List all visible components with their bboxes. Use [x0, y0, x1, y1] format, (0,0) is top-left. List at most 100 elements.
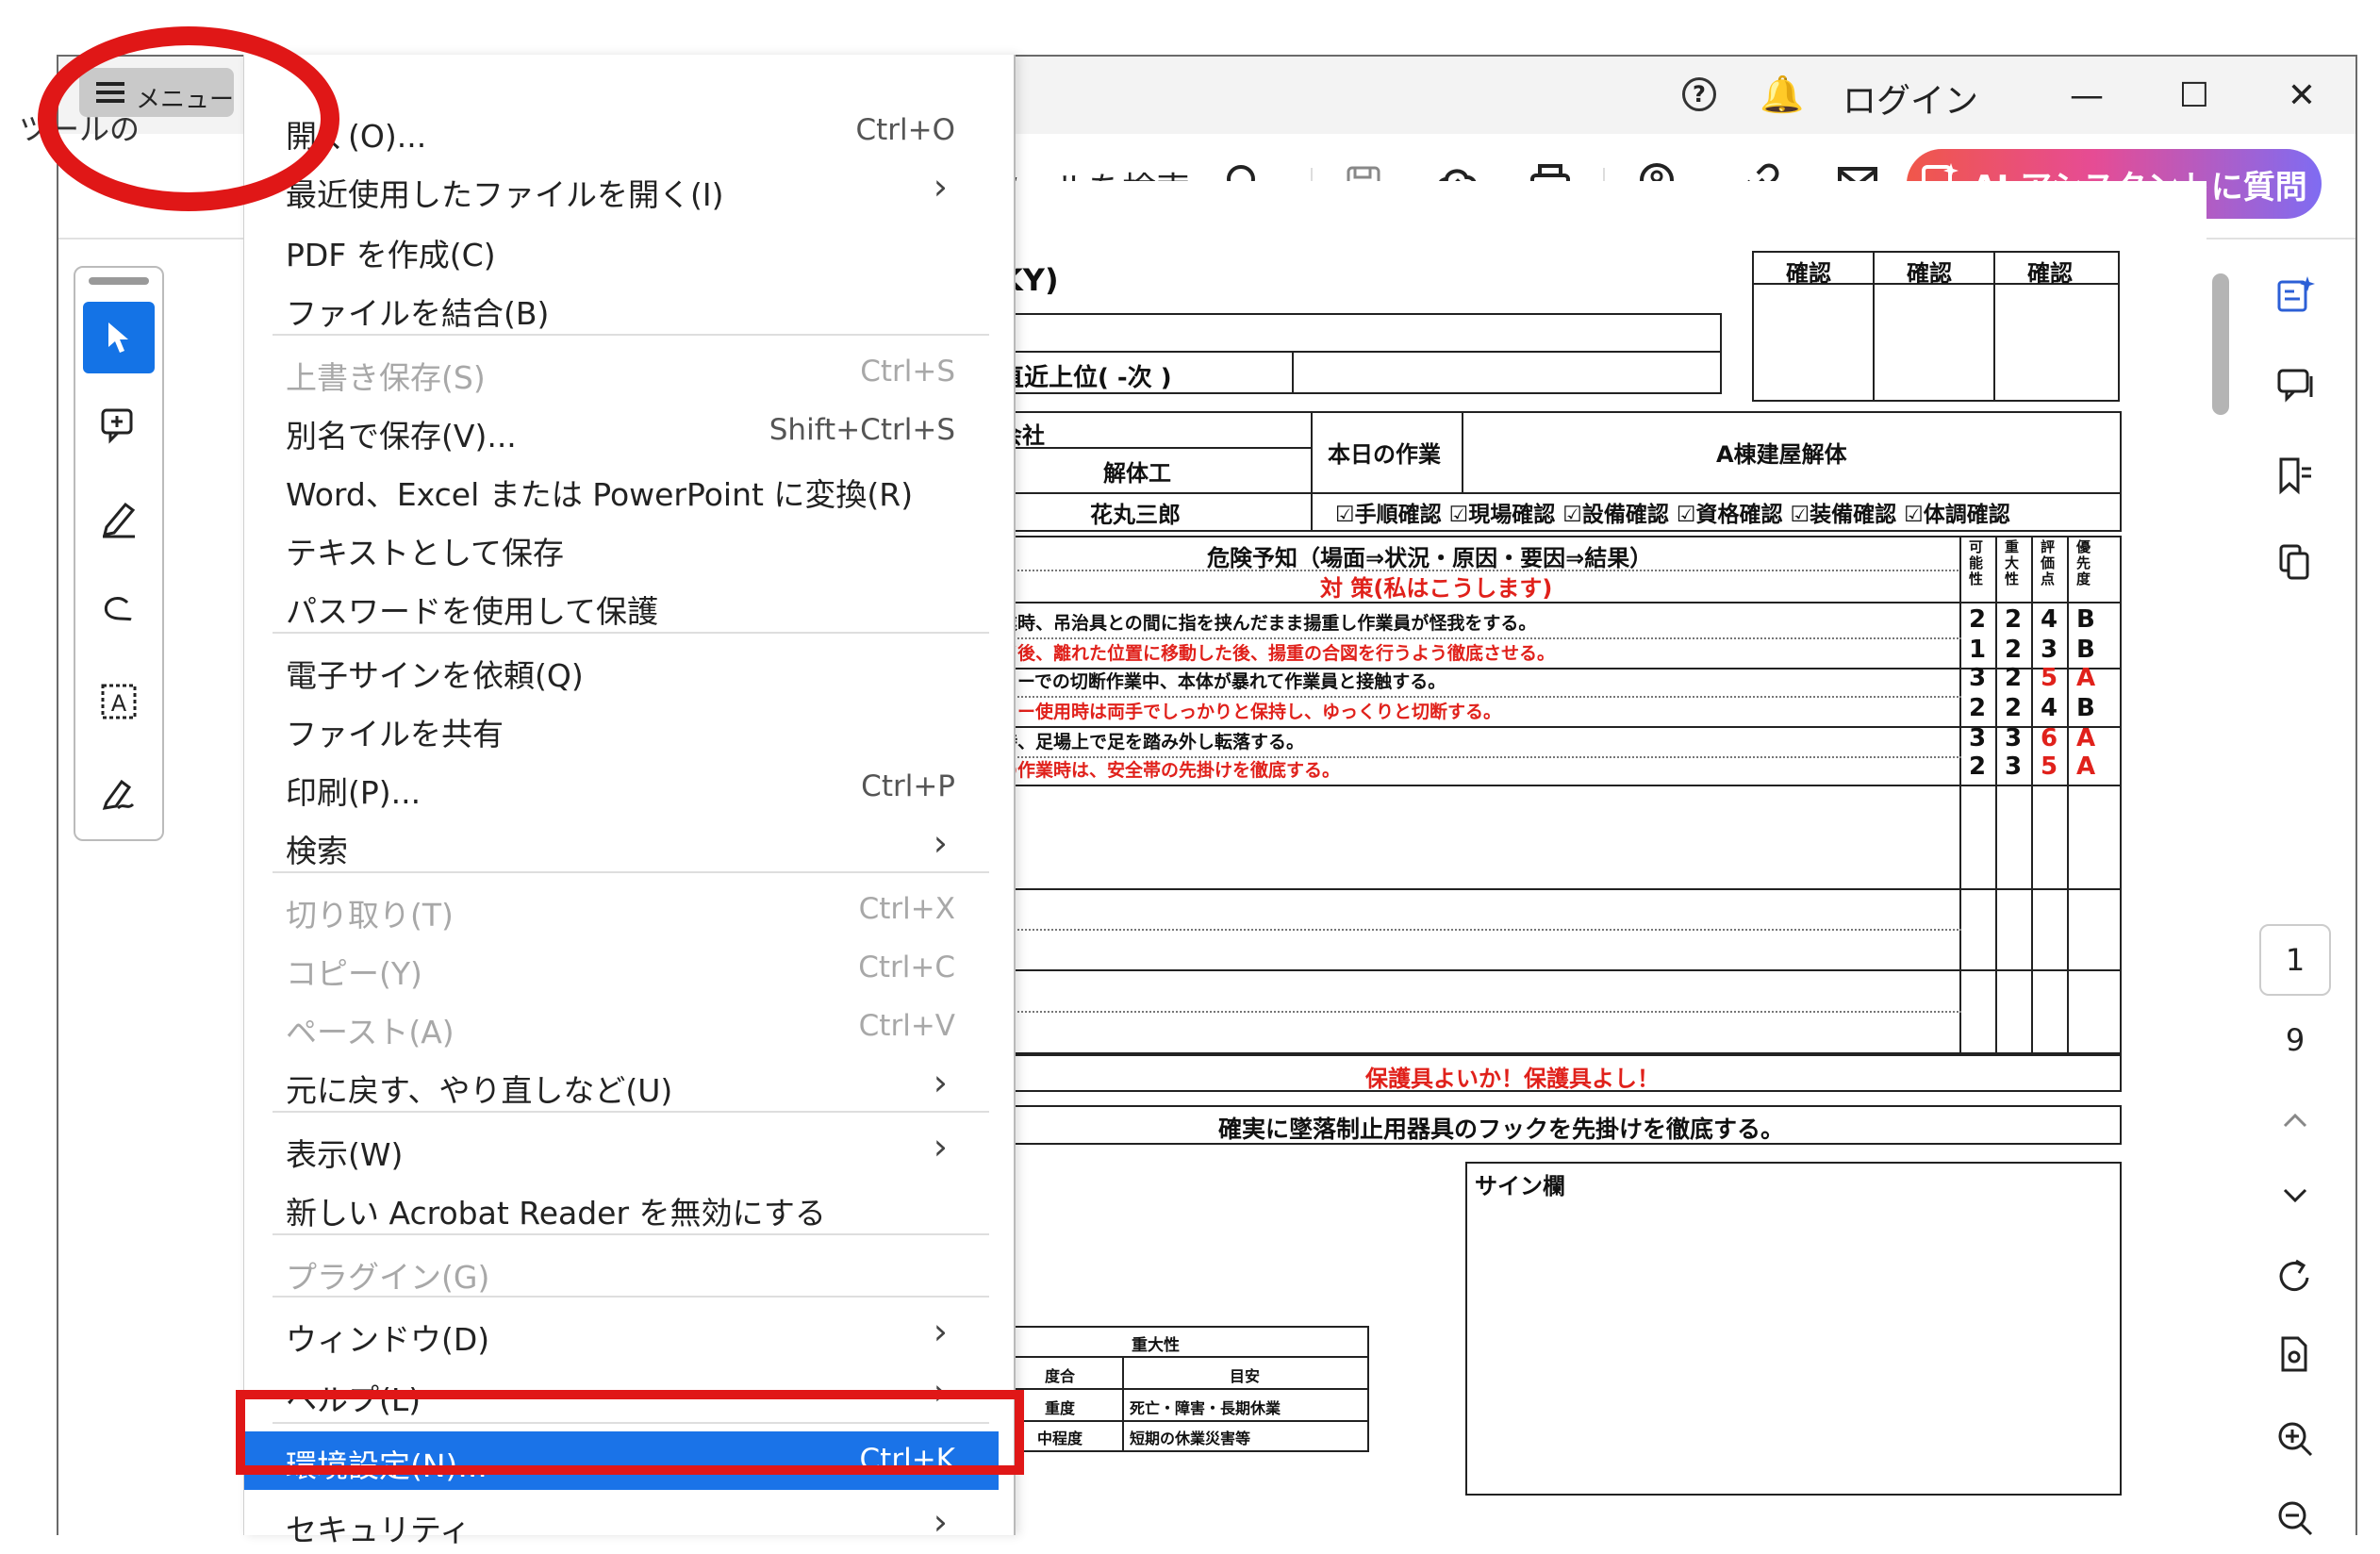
- bookmarks-icon[interactable]: [2267, 447, 2323, 504]
- hazard-row-value: 2: [2005, 694, 2023, 722]
- chevron-up-icon[interactable]: [2267, 1092, 2323, 1149]
- today-work-label: 本日の作業: [1328, 441, 1441, 468]
- highlight-oval-annotation: [38, 26, 339, 211]
- page-tools-icon[interactable]: [2267, 1326, 2323, 1382]
- menu-item-label: 表示(W): [286, 1136, 404, 1173]
- menu-item[interactable]: ウィンドウ(D) ›: [244, 1305, 999, 1364]
- menu-item-shortcut: Ctrl+P: [861, 769, 955, 803]
- menu-item-shortcut: Ctrl+C: [858, 951, 955, 984]
- menu-item-label: パスワードを使用して保護: [286, 593, 659, 630]
- supervisor-label: 直近上位( -次 ): [1000, 364, 1172, 392]
- zoom-out-icon[interactable]: [2267, 1490, 2323, 1546]
- hazard-row-value: 4: [2041, 605, 2058, 634]
- menu-item-label: 別名で保存(V)...: [286, 418, 517, 455]
- document-scrollbar[interactable]: [2212, 273, 2229, 415]
- close-button[interactable]: ✕: [2259, 57, 2344, 134]
- hazard-row-value: 2: [2005, 636, 2023, 664]
- menu-item-label: 新しい Acrobat Reader を無効にする: [286, 1195, 826, 1232]
- severity-header-degree: 度合: [1045, 1367, 1076, 1385]
- maximize-button[interactable]: ☐: [2152, 57, 2237, 134]
- menu-item[interactable]: パスワードを使用して保護: [244, 577, 999, 636]
- panel-grip[interactable]: [89, 277, 149, 285]
- menu-item[interactable]: 元に戻す、やり直しなど(U) ›: [244, 1056, 999, 1115]
- text-box-icon[interactable]: A: [83, 666, 155, 737]
- menu-item-label: 切り取り(T): [286, 897, 454, 934]
- ai-summary-icon[interactable]: [2267, 266, 2323, 322]
- menu-item[interactable]: 開く(O)... Ctrl+O: [244, 102, 999, 160]
- hazard-row-value: 5: [2041, 752, 2058, 781]
- bell-icon[interactable]: 🔔: [1760, 74, 1804, 116]
- check-items: ☑手順確認 ☑現場確認 ☑設備確認 ☑資格確認 ☑装備確認 ☑体調確認: [1335, 503, 2010, 527]
- menu-item[interactable]: 別名で保存(V)... Shift+Ctrl+S: [244, 402, 999, 460]
- sign-label: サイン欄: [1475, 1173, 1565, 1199]
- rule: [2031, 536, 2033, 1054]
- hazard-row-value: 2: [1969, 605, 1987, 634]
- pages-icon[interactable]: [2267, 534, 2323, 590]
- freehand-draw-icon[interactable]: [83, 575, 155, 647]
- menu-item[interactable]: 電子サインを依頼(Q): [244, 641, 999, 700]
- rule: [2067, 536, 2069, 1054]
- minimize-button[interactable]: —: [2044, 57, 2129, 134]
- hazard-row-text: ソーでの切断作業中、本体が暴れて作業員と接触する。: [1000, 671, 1446, 692]
- menu-item[interactable]: ファイルを結合(B): [244, 279, 999, 338]
- menu-item[interactable]: 印刷(P)... Ctrl+P: [244, 758, 999, 817]
- page-number-input[interactable]: 1: [2259, 924, 2331, 996]
- menu-item[interactable]: 検索 ›: [244, 817, 999, 875]
- rotate-icon[interactable]: [2267, 1248, 2323, 1305]
- chevron-right-icon: ›: [933, 166, 948, 207]
- chevron-right-icon: ›: [933, 1311, 948, 1352]
- rule: [1292, 351, 1294, 394]
- highlight-pen-icon[interactable]: [83, 483, 155, 554]
- menu-item[interactable]: ファイルを共有: [244, 700, 999, 758]
- hazard-row-value: 2: [2005, 664, 2023, 692]
- hazard-row-text: 業時、吊治具との間に指を挟んだまま揚重し作業員が怪我をする。: [1000, 613, 1537, 634]
- chevron-right-icon: ›: [933, 1501, 948, 1543]
- slogan: 保護具よいか！保護具よし！: [1365, 1066, 1660, 1092]
- menu-item[interactable]: テキストとして保存: [244, 519, 999, 577]
- menu-item[interactable]: プラグイン(G): [244, 1243, 999, 1301]
- severity-row-guide: 死亡・障害・長期休業: [1130, 1399, 1281, 1417]
- menu-item-shortcut: Ctrl+O: [855, 113, 955, 147]
- menu-item[interactable]: PDF を作成(C): [244, 221, 999, 279]
- menu-item[interactable]: コピー(Y) Ctrl+C: [244, 939, 999, 998]
- help-icon[interactable]: ?: [1682, 77, 1716, 111]
- hazard-row-value: B: [2076, 605, 2095, 634]
- sign-pen-icon[interactable]: [83, 758, 155, 830]
- col-header-severity: 重大性: [2005, 538, 2020, 587]
- menu-item-label: 検索: [286, 833, 348, 869]
- select-tool-icon[interactable]: [83, 302, 155, 373]
- menu-item[interactable]: 新しい Acrobat Reader を無効にする: [244, 1179, 999, 1237]
- zoom-in-icon[interactable]: [2267, 1411, 2323, 1467]
- chevron-right-icon: ›: [933, 1062, 948, 1103]
- menu-item-label: 元に戻す、やり直しなど(U): [286, 1072, 673, 1109]
- severity-row-guide: 短期の休業災害等: [1130, 1430, 1251, 1447]
- menu-item-label: ペースト(A): [286, 1014, 455, 1050]
- menu-item-shortcut: Ctrl+V: [858, 1009, 955, 1043]
- hazard-row-value: 3: [1969, 724, 1987, 752]
- menu-item[interactable]: 表示(W) ›: [244, 1120, 999, 1179]
- menu-item-label: 印刷(P)...: [286, 774, 421, 811]
- rule: [1959, 536, 1961, 1054]
- menu-item[interactable]: 上書き保存(S) Ctrl+S: [244, 343, 999, 402]
- menu-item-label: Word、Excel または PowerPoint に変換(R): [286, 476, 914, 513]
- menu-item[interactable]: Word、Excel または PowerPoint に変換(R): [244, 460, 999, 519]
- menu-item-label: テキストとして保存: [286, 535, 565, 571]
- severity-header-guide: 目安: [1230, 1367, 1261, 1385]
- hazard-row-value: 4: [2041, 694, 2058, 722]
- menu-item[interactable]: 切り取り(T) Ctrl+X: [244, 881, 999, 939]
- menu-item-shortcut: Shift+Ctrl+S: [769, 413, 955, 447]
- add-comment-icon[interactable]: [83, 390, 155, 462]
- login-button[interactable]: ログイン: [1843, 74, 1978, 123]
- hazard-row-text: ソー使用時は両手でしっかりと保持し、ゆっくりと切断する。: [1000, 702, 1502, 722]
- menu-item[interactable]: 最近使用したファイルを開く(I) ›: [244, 160, 999, 219]
- rule: [1000, 1420, 1369, 1422]
- job-type: 解体工: [1103, 460, 1171, 487]
- comments-icon[interactable]: [2267, 356, 2323, 413]
- menu-item[interactable]: セキュリティ ›: [244, 1496, 999, 1554]
- col-header-priority: 優先度: [2076, 538, 2091, 587]
- menu-item[interactable]: ペースト(A) Ctrl+V: [244, 998, 999, 1056]
- chevron-down-icon[interactable]: [2267, 1167, 2323, 1224]
- main-menu-dropdown: 開く(O)... Ctrl+O 最近使用したファイルを開く(I) › PDF を作成(C…: [243, 55, 1016, 1548]
- hazard-row-value: 3: [2041, 636, 2058, 664]
- rule: [1000, 1388, 1369, 1390]
